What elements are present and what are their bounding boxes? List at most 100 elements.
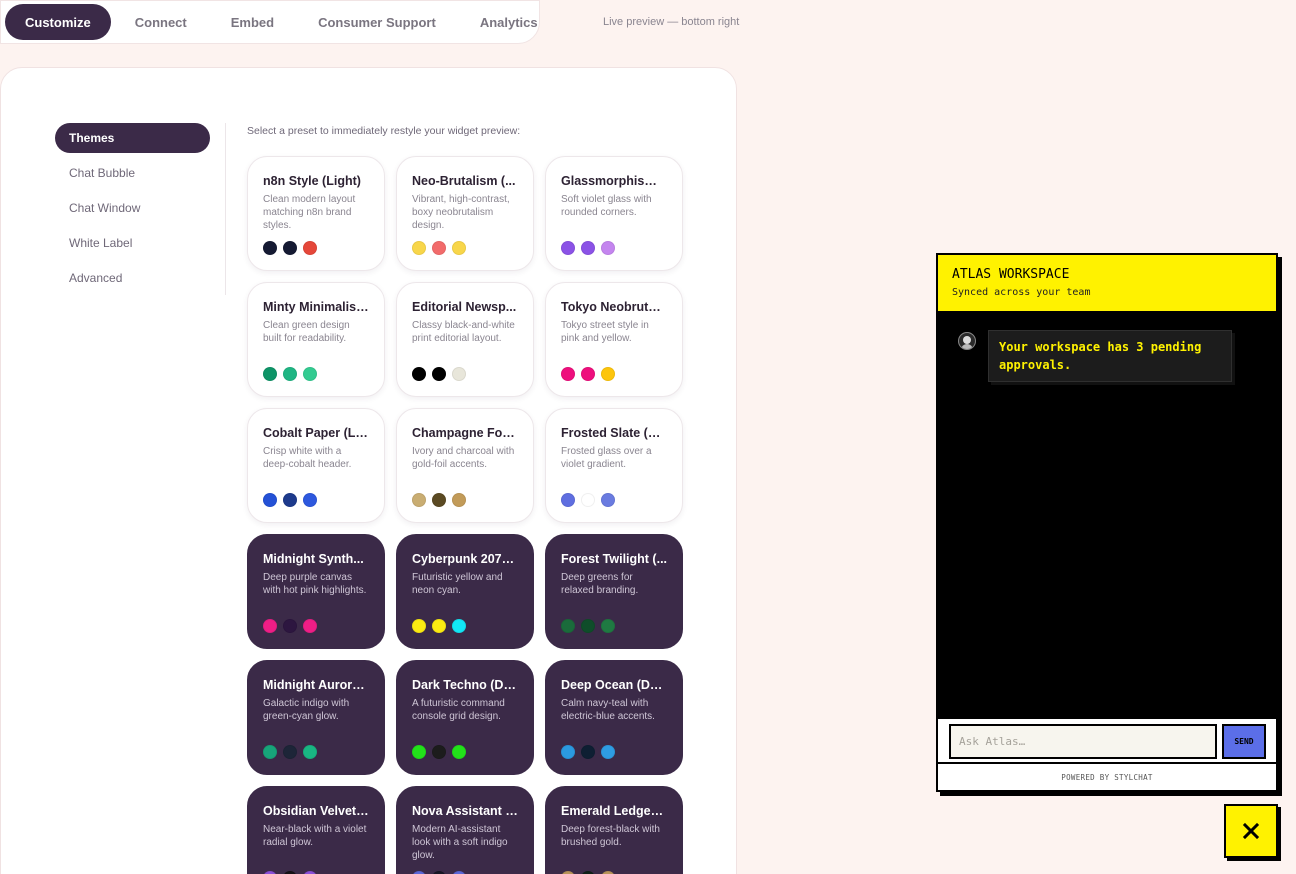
theme-card[interactable]: Midnight Synth... Deep purple canvas with… <box>247 534 385 649</box>
theme-card-description: Ivory and charcoal with gold-foil accent… <box>412 446 515 470</box>
color-swatches <box>561 619 621 633</box>
theme-card[interactable]: Neo-Brutalism (... Vibrant, high-contrast… <box>396 156 534 271</box>
theme-card-title: Cyberpunk 2077 ... <box>412 552 518 566</box>
chat-header: ATLAS WORKSPACE Synced across your team <box>938 255 1276 313</box>
theme-card[interactable]: Glassmorphism ... Soft violet glass with … <box>545 156 683 271</box>
theme-card-title: Deep Ocean (Da... <box>561 678 667 692</box>
theme-card-title: n8n Style (Light) <box>263 174 361 188</box>
color-swatch <box>561 241 575 255</box>
color-swatch <box>303 241 317 255</box>
color-swatch <box>263 367 277 381</box>
color-swatch <box>263 619 277 633</box>
top-nav: Customize Connect Embed Consumer Support… <box>0 0 540 44</box>
theme-card[interactable]: Obsidian Velvet ... Near-black with a vio… <box>247 786 385 874</box>
theme-card-title: Tokyo Neobrutal... <box>561 300 667 314</box>
tab-embed[interactable]: Embed <box>211 4 294 40</box>
send-button[interactable]: SEND <box>1222 724 1266 759</box>
tab-consumer-support[interactable]: Consumer Support <box>298 4 456 40</box>
theme-card[interactable]: Nova Assistant (... Modern AI-assistant l… <box>396 786 534 874</box>
chat-launcher-button[interactable] <box>1224 804 1278 858</box>
theme-card-title: Emerald Ledger ... <box>561 804 667 818</box>
theme-card[interactable]: Tokyo Neobrutal... Tokyo street style in … <box>545 282 683 397</box>
color-swatch <box>601 241 615 255</box>
chat-subtitle: Synced across your team <box>952 287 1091 298</box>
theme-card-title: Midnight Synth... <box>263 552 364 566</box>
theme-card[interactable]: Cobalt Paper (Li... Crisp white with a de… <box>247 408 385 523</box>
color-swatches <box>561 493 621 507</box>
color-swatch <box>412 241 426 255</box>
theme-card[interactable]: Dark Techno (Da... A futuristic command c… <box>396 660 534 775</box>
theme-card[interactable]: Cyberpunk 2077 ... Futuristic yellow and … <box>396 534 534 649</box>
sidebar-item-chat-bubble[interactable]: Chat Bubble <box>55 158 210 188</box>
theme-card[interactable]: n8n Style (Light) Clean modern layout mat… <box>247 156 385 271</box>
color-swatch <box>452 367 466 381</box>
theme-card-title: Champagne Foil... <box>412 426 518 440</box>
theme-card-description: Frosted glass over a violet gradient. <box>561 446 652 470</box>
sidebar-item-advanced[interactable]: Advanced <box>55 263 210 293</box>
color-swatches <box>263 241 323 255</box>
bot-avatar-icon <box>958 332 976 350</box>
close-icon <box>1242 822 1260 840</box>
color-swatch <box>283 493 297 507</box>
theme-card[interactable]: Forest Twilight (... Deep greens for rela… <box>545 534 683 649</box>
theme-card[interactable]: Minty Minimalist... Clean green design bu… <box>247 282 385 397</box>
color-swatches <box>561 745 621 759</box>
color-swatch <box>432 367 446 381</box>
theme-card[interactable]: Emerald Ledger ... Deep forest-black with… <box>545 786 683 874</box>
color-swatches <box>263 745 323 759</box>
theme-card-description: Clean green design built for readability… <box>263 320 350 344</box>
theme-card-description: Tokyo street style in pink and yellow. <box>561 320 649 344</box>
theme-card-title: Minty Minimalist... <box>263 300 369 314</box>
color-swatch <box>432 241 446 255</box>
color-swatch <box>581 619 595 633</box>
bot-message: Your workspace has 3 pending approvals. <box>988 330 1232 382</box>
color-swatch <box>581 241 595 255</box>
color-swatch <box>283 241 297 255</box>
tab-analytics[interactable]: Analytics <box>460 4 558 40</box>
color-swatches <box>263 493 323 507</box>
theme-card[interactable]: Frosted Slate (Li... Frosted glass over a… <box>545 408 683 523</box>
color-swatch <box>601 745 615 759</box>
color-swatch <box>303 367 317 381</box>
theme-card-description: Deep greens for relaxed branding. <box>561 572 639 596</box>
color-swatch <box>581 367 595 381</box>
color-swatches <box>263 367 323 381</box>
theme-card[interactable]: Deep Ocean (Da... Calm navy-teal with ele… <box>545 660 683 775</box>
color-swatches <box>412 493 472 507</box>
theme-card-description: Soft violet glass with rounded corners. <box>561 194 652 218</box>
color-swatch <box>283 745 297 759</box>
color-swatches <box>412 745 472 759</box>
color-swatch <box>581 493 595 507</box>
theme-card-description: Classy black-and-white print editorial l… <box>412 320 515 344</box>
color-swatch <box>412 367 426 381</box>
tab-connect[interactable]: Connect <box>115 4 207 40</box>
color-swatch <box>412 745 426 759</box>
theme-card-description: Futuristic yellow and neon cyan. <box>412 572 503 596</box>
theme-card-title: Midnight Aurora... <box>263 678 369 692</box>
color-swatches <box>412 619 472 633</box>
sidebar-item-chat-window[interactable]: Chat Window <box>55 193 210 223</box>
theme-card[interactable]: Champagne Foil... Ivory and charcoal with… <box>396 408 534 523</box>
sidebar-item-themes[interactable]: Themes <box>55 123 210 153</box>
theme-card[interactable]: Editorial Newsp... Classy black-and-white… <box>396 282 534 397</box>
live-preview-note: Live preview — bottom right <box>603 16 740 28</box>
color-swatch <box>561 619 575 633</box>
theme-card-title: Editorial Newsp... <box>412 300 517 314</box>
chat-title: ATLAS WORKSPACE <box>952 267 1070 282</box>
theme-card-title: Forest Twilight (... <box>561 552 667 566</box>
theme-card-title: Glassmorphism ... <box>561 174 667 188</box>
theme-card-description: A futuristic command console grid design… <box>412 698 505 722</box>
tab-customize[interactable]: Customize <box>5 4 111 40</box>
color-swatches <box>412 367 472 381</box>
theme-card-description: Galactic indigo with green-cyan glow. <box>263 698 350 722</box>
chat-input[interactable] <box>949 724 1217 759</box>
theme-card-title: Obsidian Velvet ... <box>263 804 369 818</box>
theme-card[interactable]: Midnight Aurora... Galactic indigo with g… <box>247 660 385 775</box>
color-swatches <box>412 241 472 255</box>
theme-card-description: Near-black with a violet radial glow. <box>263 824 367 848</box>
color-swatch <box>432 619 446 633</box>
theme-card-description: Clean modern layout matching n8n brand s… <box>263 194 356 231</box>
powered-by-label: POWERED BY STYLCHAT <box>938 764 1276 790</box>
themes-hint: Select a preset to immediately restyle y… <box>247 125 521 137</box>
sidebar-item-white-label[interactable]: White Label <box>55 228 210 258</box>
